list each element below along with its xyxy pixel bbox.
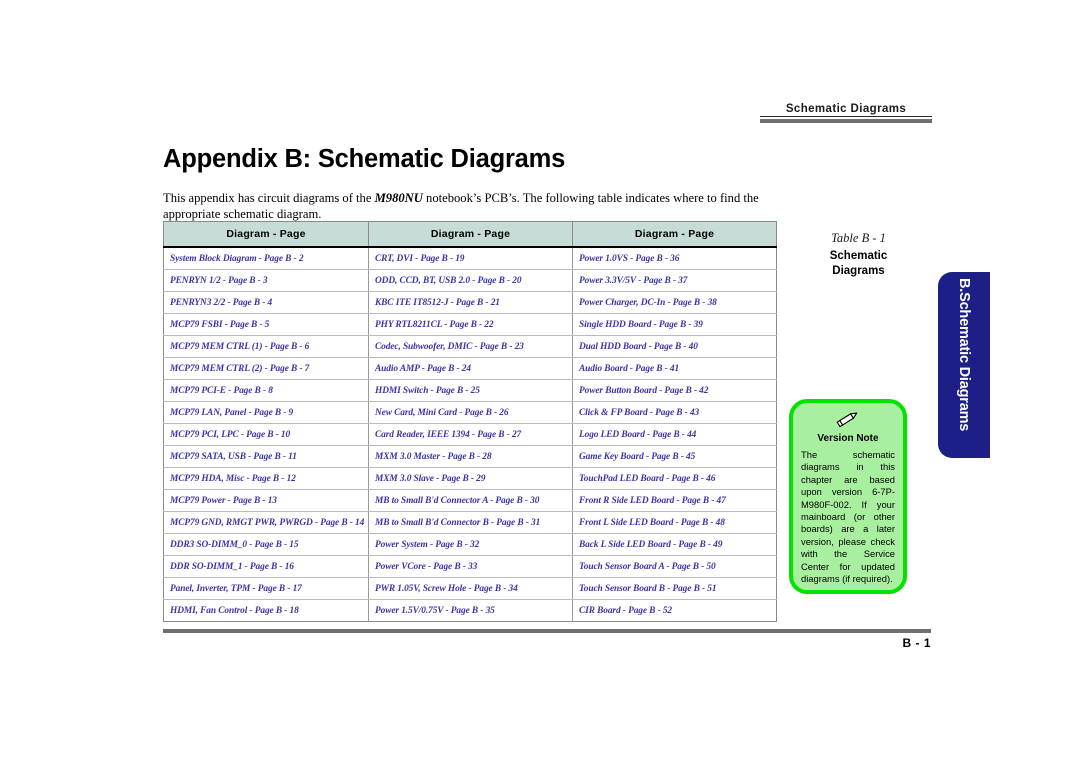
table-caption: Table B - 1 Schematic Diagrams: [786, 231, 931, 279]
running-header-text: Schematic Diagrams: [785, 103, 907, 115]
diagram-entry: MCP79 SATA, USB - Page B - 11: [163, 445, 369, 468]
diagram-entry: PENRYN3 2/2 - Page B - 4: [163, 291, 369, 314]
diagram-entry: MCP79 GND, RMGT PWR, PWRGD - Page B - 14: [163, 511, 369, 534]
diagram-entry: Card Reader, IEEE 1394 - Page B - 27: [368, 423, 573, 446]
diagram-entry: Touch Sensor Board B - Page B - 51: [572, 577, 777, 600]
diagram-entry: Power 1.0VS - Page B - 36: [572, 247, 777, 270]
diagram-entry: Panel, Inverter, TPM - Page B - 17: [163, 577, 369, 600]
table-body: System Block Diagram - Page B - 2 CRT, DV…: [163, 247, 777, 622]
running-header-thin-rule: [760, 116, 932, 117]
footer-page-number: B - 1: [902, 636, 931, 650]
table-header-row: Diagram - Page Diagram - Page Diagram - …: [163, 221, 777, 248]
diagram-entry: CRT, DVI - Page B - 19: [368, 247, 573, 270]
table-row: Panel, Inverter, TPM - Page B - 17 PWR 1.…: [163, 577, 777, 600]
version-note-box: Version Note The schematic diagrams in t…: [789, 399, 907, 594]
table-header-row-group: Diagram - Page Diagram - Page Diagram - …: [163, 221, 777, 248]
diagram-entry: Touch Sensor Board A - Page B - 50: [572, 555, 777, 578]
diagram-entry: MCP79 HDA, Misc - Page B - 12: [163, 467, 369, 490]
diagram-entry: MCP79 FSBI - Page B - 5: [163, 313, 369, 336]
table-row: PENRYN 1/2 - Page B - 3 ODD, CCD, BT, USB…: [163, 269, 777, 292]
diagram-entry: CIR Board - Page B - 52: [579, 605, 673, 616]
diagram-entry: Codec, Subwoofer, DMIC - Page B - 23: [368, 335, 573, 358]
table-row: PENRYN3 2/2 - Page B - 4 KBC ITE IT8512-J…: [163, 291, 777, 314]
diagram-entry: MXM 3.0 Slave - Page B - 29: [368, 467, 573, 490]
chapter-tab-label: B.Schematic Diagrams: [956, 278, 972, 432]
diagram-entry: MCP79 MEM CTRL (1) - Page B - 6: [163, 335, 369, 358]
diagram-entry: HDMI Switch - Page B - 25: [368, 379, 573, 402]
diagram-entry: Front L Side LED Board - Page B - 48: [572, 511, 777, 534]
running-header: Schematic Diagrams: [760, 103, 932, 123]
diagram-entry: Single HDD Board - Page B - 39: [572, 313, 777, 336]
table-row: System Block Diagram - Page B - 2 CRT, DV…: [163, 247, 777, 270]
model-name: M980NU: [374, 190, 423, 205]
diagram-entry: Audio Board - Page B - 41: [572, 357, 777, 380]
diagram-entry: MCP79 LAN, Panel - Page B - 9: [163, 401, 369, 424]
table-caption-title-text: Schematic Diagrams: [829, 250, 888, 277]
diagram-entry: Power VCore - Page B - 33: [368, 555, 573, 578]
diagram-entry: Front R Side LED Board - Page B - 47: [572, 489, 777, 512]
table-caption-title: Schematic Diagrams: [786, 249, 931, 279]
column-header-3: Diagram - Page: [572, 221, 777, 248]
diagram-entry: Power System - Page B - 32: [368, 533, 573, 556]
diagram-entry: DDR SO-DIMM_1 - Page B - 16: [163, 555, 369, 578]
version-note-title: Version Note: [817, 433, 879, 444]
table-caption-number: Table B - 1: [831, 231, 886, 245]
diagram-entry: MB to Small B'd Connector B - Page B - 3…: [368, 511, 573, 534]
diagram-entry: PHY RTL8211CL - Page B - 22: [368, 313, 573, 336]
diagram-entry: PENRYN 1/2 - Page B - 3: [163, 269, 369, 292]
diagram-entry: New Card, Mini Card - Page B - 26: [368, 401, 573, 424]
table-row: MCP79 Power - Page B - 13 MB to Small B'd…: [163, 489, 777, 512]
diagram-entry: TouchPad LED Board - Page B - 46: [572, 467, 777, 490]
diagram-entry: Power 3.3V/5V - Page B - 37: [572, 269, 777, 292]
diagram-entry: Dual HDD Board - Page B - 40: [572, 335, 777, 358]
intro-text-before: This appendix has circuit diagrams of th…: [163, 190, 375, 205]
diagram-entry: MCP79 PCI, LPC - Page B - 10: [163, 423, 369, 446]
intro-paragraph: This appendix has circuit diagrams of th…: [163, 190, 783, 223]
footer-rule: [163, 629, 931, 633]
diagram-entry: Power 1.5V/0.75V - Page B - 35: [368, 599, 573, 622]
diagram-entry: MCP79 MEM CTRL (2) - Page B - 7: [163, 357, 369, 380]
table-row: DDR3 SO-DIMM_0 - Page B - 15 Power System…: [163, 533, 777, 556]
diagram-entry: Power Charger, DC-In - Page B - 38: [572, 291, 777, 314]
diagram-entry: HDMI, Fan Control - Page B - 18: [163, 599, 369, 622]
diagram-entry: MCP79 PCI-E - Page B - 8: [163, 379, 369, 402]
table-row: HDMI, Fan Control - Page B - 18 Power 1.5…: [163, 599, 777, 622]
column-header-2: Diagram - Page: [368, 221, 573, 248]
table-row: MCP79 LAN, Panel - Page B - 9 New Card, M…: [163, 401, 777, 424]
diagram-entry: Power Button Board - Page B - 42: [572, 379, 777, 402]
diagram-entry: DDR3 SO-DIMM_0 - Page B - 15: [163, 533, 369, 556]
page-title: Appendix B: Schematic Diagrams: [163, 145, 566, 174]
diagram-entry: System Block Diagram - Page B - 2: [163, 247, 369, 270]
table-row: MCP79 GND, RMGT PWR, PWRGD - Page B - 14…: [163, 511, 777, 534]
table-row: MCP79 HDA, Misc - Page B - 12 MXM 3.0 Sla…: [163, 467, 777, 490]
schematic-diagram-table: Diagram - Page Diagram - Page Diagram - …: [163, 221, 777, 622]
diagram-entry: Back L Side LED Board - Page B - 49: [572, 533, 777, 556]
diagram-entry: PWR 1.05V, Screw Hole - Page B - 34: [368, 577, 573, 600]
table-row: MCP79 SATA, USB - Page B - 11 MXM 3.0 Mas…: [163, 445, 777, 468]
version-note-body: The schematic diagrams in this chapter a…: [801, 449, 895, 585]
diagram-entry: Audio AMP - Page B - 24: [368, 357, 573, 380]
diagram-entry: Game Key Board - Page B - 45: [572, 445, 777, 468]
diagram-entry: KBC ITE IT8512-J - Page B - 21: [368, 291, 573, 314]
diagram-entry: Logo LED Board - Page B - 44: [572, 423, 777, 446]
table-row: MCP79 PCI, LPC - Page B - 10 Card Reader,…: [163, 423, 777, 446]
diagram-entry: MB to Small B'd Connector A - Page B - 3…: [368, 489, 573, 512]
table-row: MCP79 FSBI - Page B - 5 PHY RTL8211CL - P…: [163, 313, 777, 336]
diagram-entry: MCP79 Power - Page B - 13: [163, 489, 369, 512]
table-row: MCP79 MEM CTRL (2) - Page B - 7 Audio AMP…: [163, 357, 777, 380]
diagram-entry: Click & FP Board - Page B - 43: [572, 401, 777, 424]
column-header-1: Diagram - Page: [163, 221, 369, 248]
running-header-thick-rule: [760, 119, 932, 123]
diagram-entry: MXM 3.0 Master - Page B - 28: [368, 445, 573, 468]
table-row: MCP79 MEM CTRL (1) - Page B - 6 Codec, Su…: [163, 335, 777, 358]
pencil-icon: [801, 410, 895, 432]
table-row: MCP79 PCI-E - Page B - 8 HDMI Switch - Pa…: [163, 379, 777, 402]
chapter-tab: B.Schematic Diagrams: [938, 272, 990, 458]
diagram-entry: ODD, CCD, BT, USB 2.0 - Page B - 20: [368, 269, 573, 292]
table-row: DDR SO-DIMM_1 - Page B - 16 Power VCore -…: [163, 555, 777, 578]
